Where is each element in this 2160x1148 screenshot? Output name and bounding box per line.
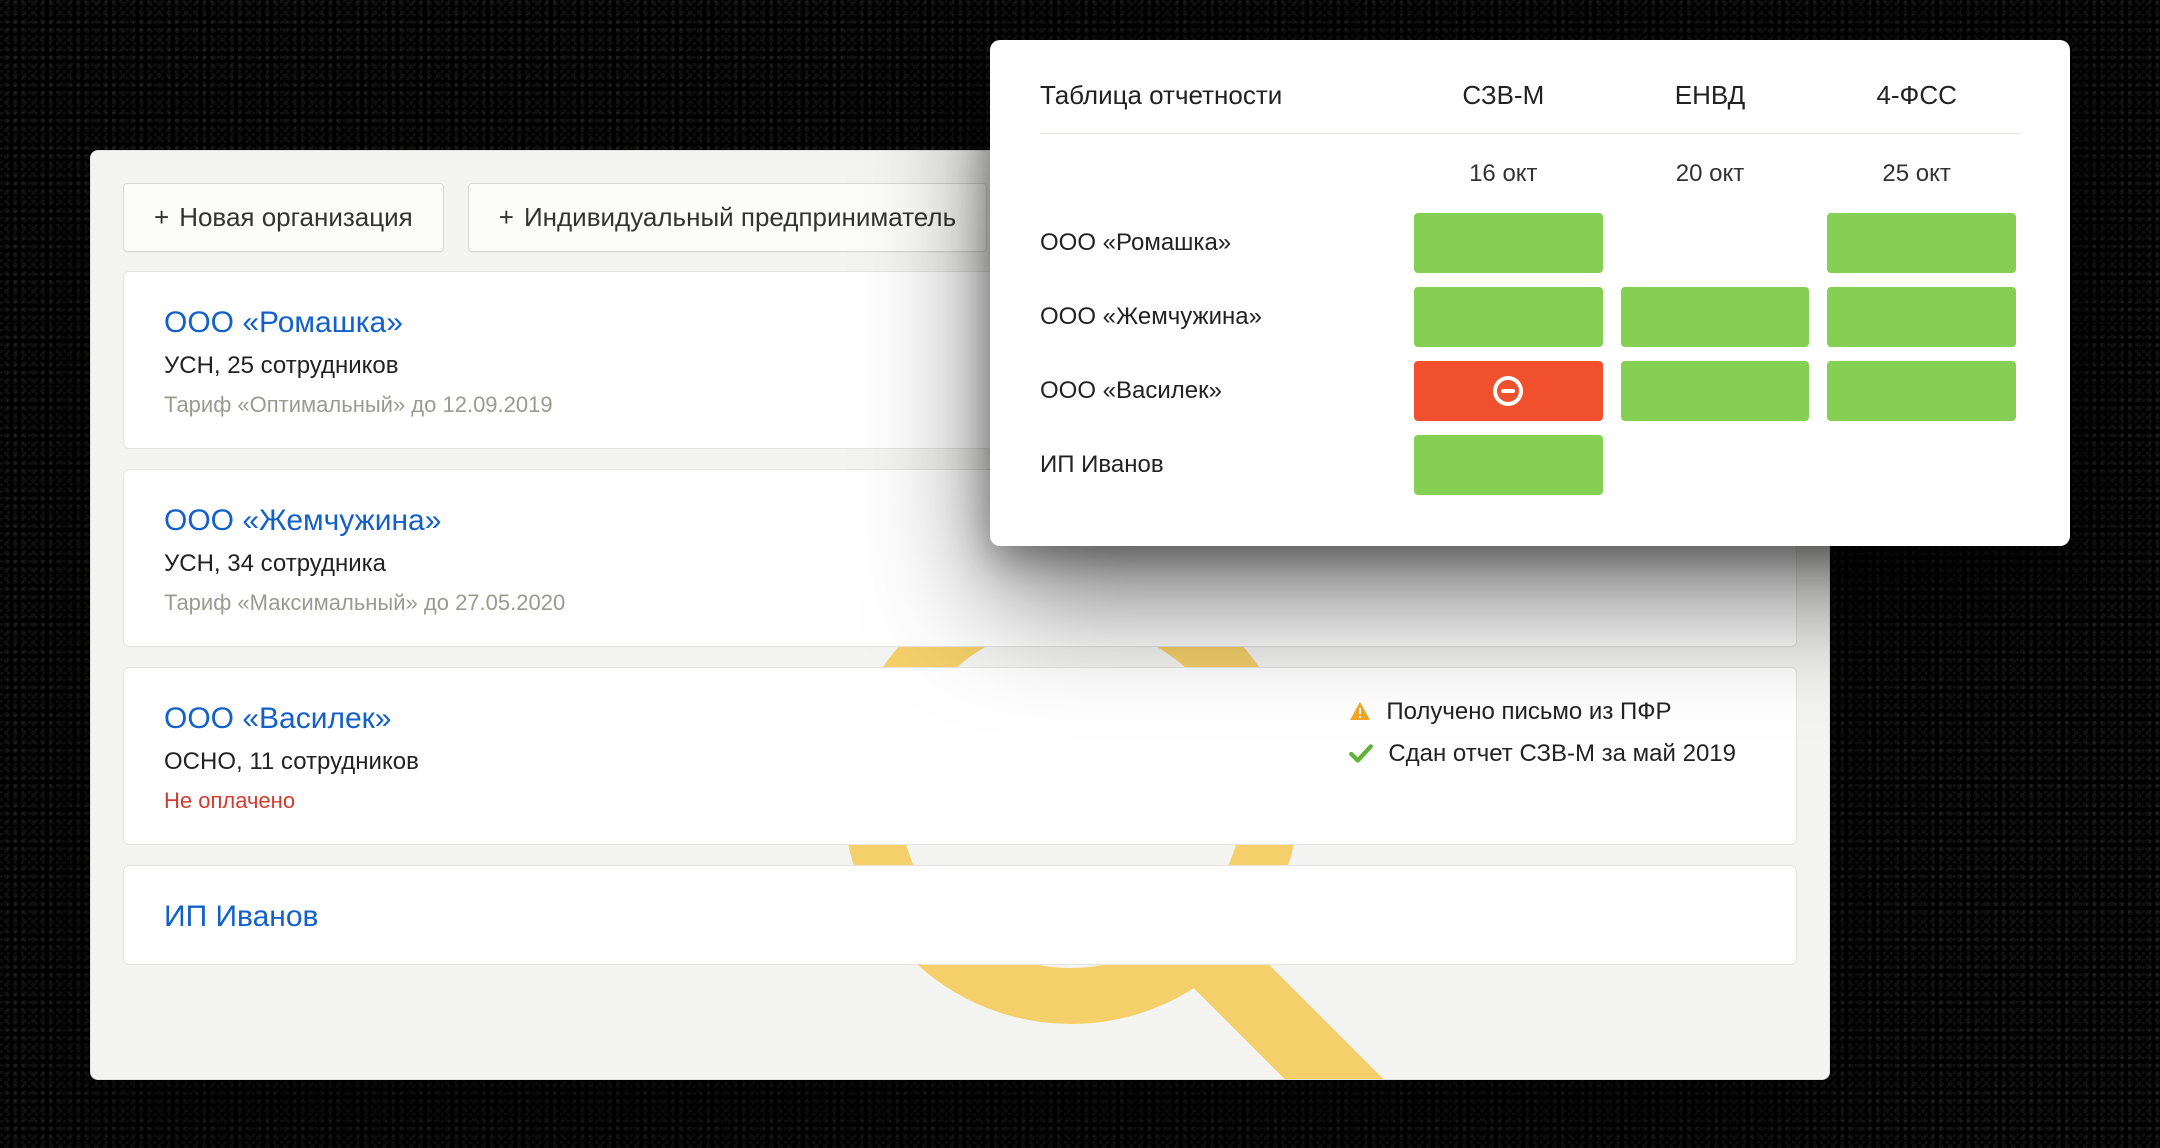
report-table-popup: Таблица отчетности СЗВ-М ЕНВД 4-ФСС 16 о… bbox=[990, 40, 2070, 546]
report-col-header: СЗВ-М bbox=[1400, 80, 1607, 111]
report-cell-blank bbox=[1621, 213, 1810, 273]
report-table-body: ООО «Ромашка» ООО «Жемчужина» ООО «Василек… bbox=[1040, 206, 2020, 502]
report-row: ООО «Жемчужина» bbox=[1040, 280, 2020, 354]
report-cell-green[interactable] bbox=[1414, 213, 1603, 273]
report-cell-blank bbox=[1827, 435, 2016, 495]
report-col-date: 25 окт bbox=[1813, 160, 2020, 188]
report-col-header: 4-ФСС bbox=[1813, 80, 2020, 111]
report-col-date: 16 окт bbox=[1400, 160, 1607, 188]
status-line: Получено письмо из ПФР bbox=[1348, 698, 1736, 726]
plus-icon: + bbox=[154, 202, 169, 233]
org-subtitle: УСН, 34 сотрудника bbox=[164, 550, 1756, 578]
org-payment-warning: Не оплачено bbox=[164, 788, 1756, 814]
status-text: Получено письмо из ПФР bbox=[1386, 698, 1671, 726]
org-card[interactable]: ООО «Василек» ОСНО, 11 сотрудников Не оп… bbox=[123, 667, 1797, 845]
report-row: ИП Иванов bbox=[1040, 428, 2020, 502]
report-row-name: ИП Иванов bbox=[1040, 451, 1400, 479]
report-col-date: 20 окт bbox=[1607, 160, 1814, 188]
report-cell-blank bbox=[1621, 435, 1810, 495]
status-text: Сдан отчет СЗВ-М за май 2019 bbox=[1388, 740, 1736, 768]
new-org-button[interactable]: + Новая организация bbox=[123, 183, 444, 252]
report-cell-green[interactable] bbox=[1621, 361, 1810, 421]
org-name-link[interactable]: ИП Иванов bbox=[164, 900, 1756, 934]
report-row-name: ООО «Василек» bbox=[1040, 377, 1400, 405]
new-ip-button[interactable]: + Индивидуальный предприниматель bbox=[468, 183, 987, 252]
report-table-dates: 16 окт 20 окт 25 окт bbox=[1040, 134, 2020, 206]
report-cell-green[interactable] bbox=[1414, 435, 1603, 495]
report-cell-green[interactable] bbox=[1827, 287, 2016, 347]
report-table-header: Таблица отчетности СЗВ-М ЕНВД 4-ФСС bbox=[1040, 80, 2020, 134]
toolbar: + Новая организация + Индивидуальный пре… bbox=[123, 183, 987, 252]
report-table-title: Таблица отчетности bbox=[1040, 80, 1400, 111]
alert-triangle-icon bbox=[1348, 700, 1372, 724]
org-card[interactable]: ИП Иванов bbox=[123, 865, 1797, 965]
report-row-name: ООО «Ромашка» bbox=[1040, 229, 1400, 257]
report-cell-green[interactable] bbox=[1827, 361, 2016, 421]
minus-circle-icon bbox=[1493, 376, 1523, 406]
check-icon bbox=[1348, 741, 1374, 767]
new-org-label: Новая организация bbox=[179, 202, 413, 233]
report-row: ООО «Ромашка» bbox=[1040, 206, 2020, 280]
report-cell-red[interactable] bbox=[1414, 361, 1603, 421]
report-row-name: ООО «Жемчужина» bbox=[1040, 303, 1400, 331]
report-cell-green[interactable] bbox=[1621, 287, 1810, 347]
new-ip-label: Индивидуальный предприниматель bbox=[524, 202, 956, 233]
report-cell-green[interactable] bbox=[1414, 287, 1603, 347]
report-row: ООО «Василек» bbox=[1040, 354, 2020, 428]
org-status-list: Получено письмо из ПФР Сдан отчет СЗВ-М … bbox=[1348, 698, 1736, 768]
org-tariff: Тариф «Максимальный» до 27.05.2020 bbox=[164, 590, 1756, 616]
plus-icon: + bbox=[499, 202, 514, 233]
status-line: Сдан отчет СЗВ-М за май 2019 bbox=[1348, 740, 1736, 768]
report-col-header: ЕНВД bbox=[1607, 80, 1814, 111]
report-cell-green[interactable] bbox=[1827, 213, 2016, 273]
